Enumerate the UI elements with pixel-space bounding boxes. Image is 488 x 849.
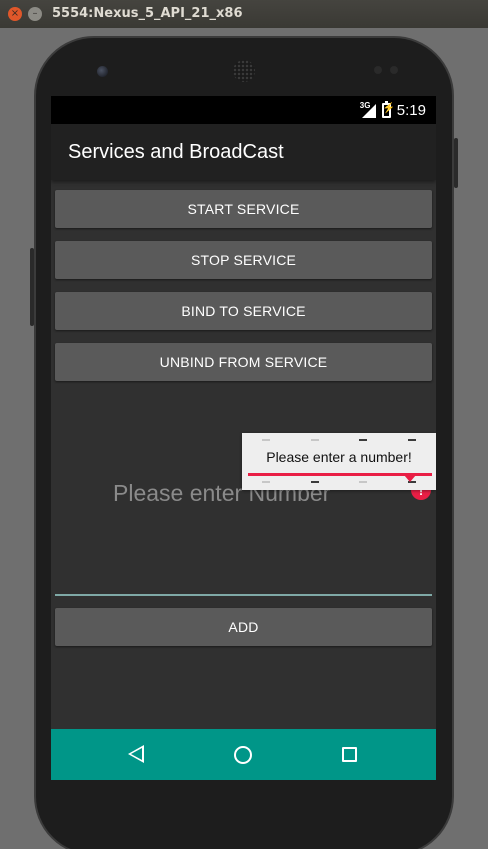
battery-icon: ⚡: [381, 101, 395, 118]
app-title: Services and BroadCast: [68, 140, 284, 163]
add-button[interactable]: ADD: [55, 608, 432, 646]
close-icon: ×: [10, 8, 20, 19]
minimize-icon: –: [32, 8, 38, 19]
window-titlebar: × – 5554:Nexus_5_API_21_x86: [0, 0, 488, 28]
error-message: Please enter a number!: [266, 449, 412, 465]
recents-icon[interactable]: [342, 747, 357, 762]
window-close-button[interactable]: ×: [8, 7, 22, 21]
unbind-service-button[interactable]: UNBIND FROM SERVICE: [55, 343, 432, 381]
home-icon[interactable]: [234, 746, 252, 764]
window-minimize-button[interactable]: –: [28, 7, 42, 21]
device-screen: 3G ⚡ 5:19 Services and BroadCast START S…: [51, 96, 436, 780]
input-underline: [55, 594, 432, 596]
navigation-bar: [51, 729, 436, 780]
power-button: [454, 138, 458, 188]
error-caret-icon: [404, 475, 416, 482]
volume-button: [30, 248, 34, 326]
network-type-label: 3G: [359, 101, 371, 110]
status-bar: 3G ⚡ 5:19: [51, 96, 436, 124]
bind-service-button[interactable]: BIND TO SERVICE: [55, 292, 432, 330]
app-bar: Services and BroadCast: [51, 124, 436, 180]
signal-icon: 3G: [359, 101, 376, 118]
error-popup: Please enter a number!: [242, 433, 436, 490]
status-time: 5:19: [396, 101, 426, 119]
stop-service-button[interactable]: STOP SERVICE: [55, 241, 432, 279]
start-service-button[interactable]: START SERVICE: [55, 190, 432, 228]
light-sensor: [390, 66, 398, 74]
proximity-sensor: [374, 66, 382, 74]
front-camera-icon: [97, 66, 108, 77]
earpiece-speaker: [233, 60, 255, 82]
window-title: 5554:Nexus_5_API_21_x86: [52, 6, 243, 21]
